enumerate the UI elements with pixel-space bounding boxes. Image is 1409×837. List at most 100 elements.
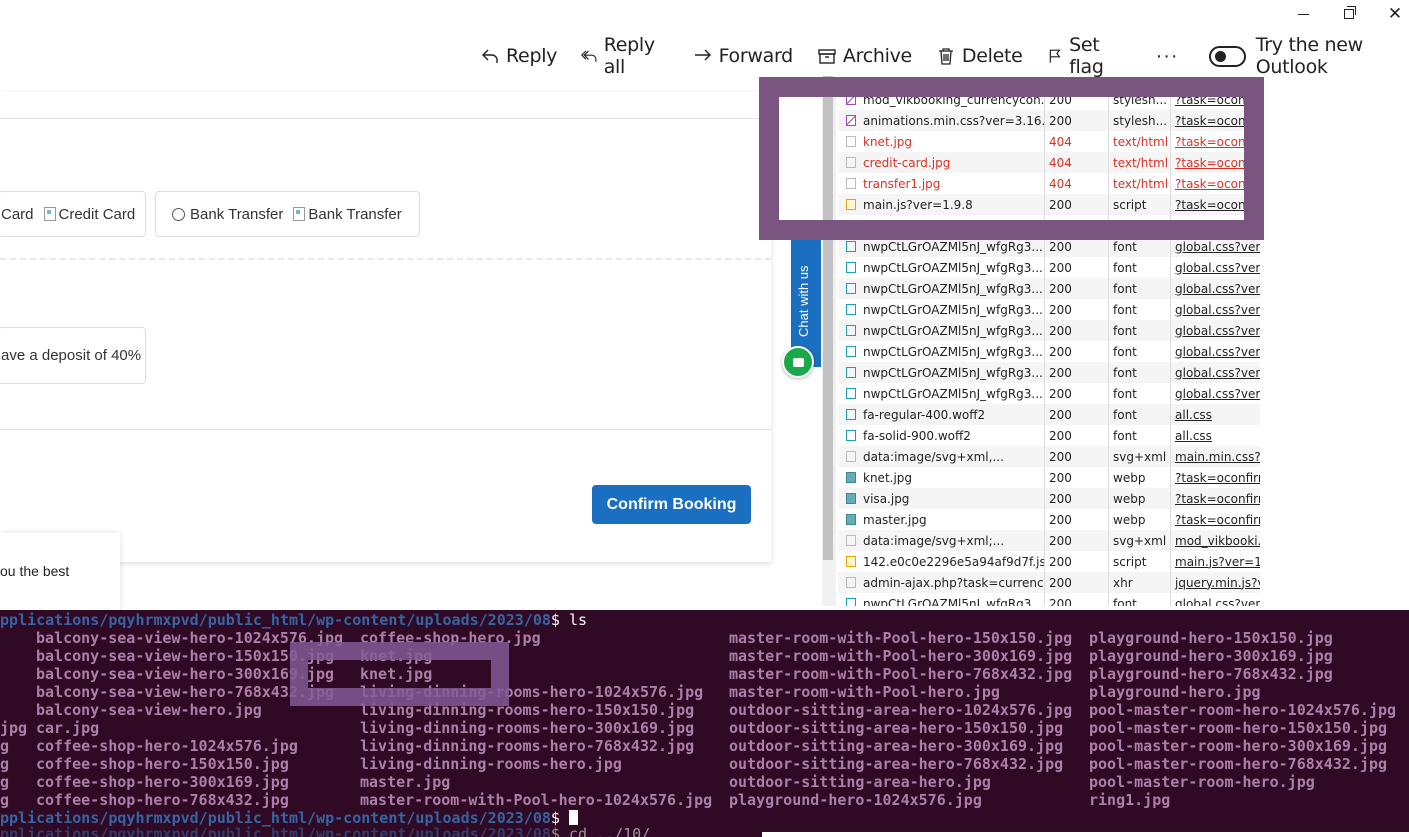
section-divider <box>0 258 771 260</box>
request-name-text: knet.jpg <box>863 470 913 485</box>
trash-icon <box>938 48 953 65</box>
terminal-prompt-line: pplications/pqyhrmxpvd/public_html/wp-co… <box>0 611 587 629</box>
request-name: admin-ajax.php?task=currency... <box>838 572 1045 593</box>
file-entry: master-room-with-Pool-hero-1024x576.jpg <box>360 791 713 809</box>
request-type: font <box>1109 320 1171 341</box>
restore-button[interactable] <box>1326 2 1372 26</box>
file-entry: coffee-shop-hero-768x432.jpg <box>36 791 289 809</box>
request-initiator-link[interactable]: ?task=oconfirm <box>1171 488 1260 509</box>
network-row[interactable]: 142.e0c0e2296e5a94af9d7f.js 200 script main… <box>838 551 1260 572</box>
request-initiator-link[interactable]: global.css?ver=... <box>1171 320 1260 341</box>
request-initiator-link[interactable]: global.css?ver=... <box>1171 362 1260 383</box>
file-entry: pool-master-room-hero-1024x576.jpg <box>1089 701 1397 719</box>
toggle-switch-icon[interactable] <box>1208 45 1246 67</box>
set-flag-button[interactable]: Set flag <box>1047 34 1128 78</box>
request-type: script <box>1109 551 1171 572</box>
request-initiator-link[interactable]: all.css <box>1171 425 1260 446</box>
network-row[interactable]: nwpCtLGrOAZMl5nJ_wfgRg3... 200 font global.… <box>838 299 1260 320</box>
request-initiator-link[interactable]: global.css?ver=... <box>1171 593 1260 607</box>
credit-card-image: Credit Card <box>43 206 135 223</box>
network-row[interactable]: master.jpg 200webp?task=oconfirm <box>838 509 1260 530</box>
network-row[interactable]: data:image/svg+xml;... 200 svg+xml mod_vikb… <box>838 530 1260 551</box>
network-row[interactable]: data:image/svg+xml,... 200 svg+xml main.min… <box>838 446 1260 467</box>
request-name: fa-solid-900.woff2 <box>838 425 1045 446</box>
request-name-text: nwpCtLGrOAZMl5nJ_wfgRg3... <box>863 386 1043 401</box>
credit-card-option[interactable]: Card Credit Card <box>0 191 146 237</box>
request-status: 200 <box>1045 362 1109 383</box>
file-entry: outdoor-sitting-area-hero-1024x576.jpg <box>729 701 1073 719</box>
reply-button[interactable]: Reply <box>480 45 557 67</box>
file-entry: car.jpg <box>36 719 100 737</box>
forward-button[interactable]: Forward <box>693 45 793 67</box>
request-name: nwpCtLGrOAZMl5nJ_wfgRg3... <box>838 341 1045 362</box>
request-initiator-link[interactable]: ?task=oconfirm <box>1171 467 1260 488</box>
minimize-button[interactable] <box>1280 2 1326 26</box>
request-initiator-link[interactable]: main.js?ver=1... <box>1171 551 1260 572</box>
reply-all-button[interactable]: Reply all <box>581 34 668 78</box>
file-entry: living-dinning-rooms-hero-768x432.jpg <box>360 737 695 755</box>
network-row[interactable]: nwpCtLGrOAZMl5nJ_wfgRg3... 200 font global.… <box>838 593 1260 606</box>
img-file-icon <box>846 514 856 525</box>
request-name: nwpCtLGrOAZMl5nJ_wfgRg3... <box>838 299 1045 320</box>
prompt-path: pplications/pqyhrmxpvd/public_html/wp-co… <box>0 825 551 837</box>
network-row[interactable]: admin-ajax.php?task=currency... 200 xhr jqu… <box>838 572 1260 593</box>
request-name-text: nwpCtLGrOAZMl5nJ_wfgRg3... <box>863 596 1043 607</box>
new-outlook-toggle[interactable]: Try the new Outlook <box>1208 34 1409 78</box>
request-status: 200 <box>1045 467 1109 488</box>
archive-icon <box>818 49 836 64</box>
terminal[interactable]: pplications/pqyhrmxpvd/public_html/wp-co… <box>0 610 1409 837</box>
network-row[interactable]: nwpCtLGrOAZMl5nJ_wfgRg3... 200 font global.… <box>838 278 1260 299</box>
network-row[interactable]: nwpCtLGrOAZMl5nJ_wfgRg3... 200 font global.… <box>838 341 1260 362</box>
request-type: font <box>1109 341 1171 362</box>
bank-transfer-label: Bank Transfer <box>190 205 284 223</box>
file-entry-fragment: g <box>0 737 10 755</box>
font-file-icon <box>846 346 856 357</box>
request-type: font <box>1109 257 1171 278</box>
network-row[interactable]: nwpCtLGrOAZMl5nJ_wfgRg3... 200 font global.… <box>838 383 1260 404</box>
request-initiator-link[interactable]: main.min.css?v... <box>1171 446 1260 467</box>
img-file-icon <box>846 493 856 504</box>
network-row[interactable]: knet.jpg 200webp?task=oconfirm <box>838 467 1260 488</box>
network-row[interactable]: fa-solid-900.woff2 200 font all.css <box>838 425 1260 446</box>
request-initiator-link[interactable]: global.css?ver=... <box>1171 257 1260 278</box>
request-name: data:image/svg+xml,... <box>838 446 1045 467</box>
file-entry-fragment: jpg <box>0 719 28 737</box>
archive-button[interactable]: Archive <box>817 45 912 67</box>
request-initiator-link[interactable]: global.css?ver=... <box>1171 299 1260 320</box>
network-row[interactable]: visa.jpg 200webp?task=oconfirm <box>838 488 1260 509</box>
deposit-option[interactable]: ave a deposit of 40% <box>0 327 146 384</box>
request-status: 200 <box>1045 278 1109 299</box>
file-entry-fragment: g <box>0 773 10 791</box>
more-actions-button[interactable]: ··· <box>1156 45 1179 68</box>
network-row[interactable]: nwpCtLGrOAZMl5nJ_wfgRg3... 200 font global.… <box>838 257 1260 278</box>
font-file-icon <box>846 241 856 252</box>
request-name-text: nwpCtLGrOAZMl5nJ_wfgRg3... <box>863 260 1043 275</box>
file-entry: living-dinning-rooms-hero.jpg <box>360 755 622 773</box>
request-initiator-link[interactable]: global.css?ver=... <box>1171 278 1260 299</box>
request-initiator-link[interactable]: ?task=oconfirm <box>1171 509 1260 530</box>
request-initiator-link[interactable]: all.css <box>1171 404 1260 425</box>
network-row[interactable]: nwpCtLGrOAZMl5nJ_wfgRg3... 200 font global.… <box>838 320 1260 341</box>
close-button[interactable]: ✕ <box>1372 2 1409 26</box>
file-entry: coffee-shop-hero-300x169.jpg <box>36 773 289 791</box>
flag-icon <box>1049 49 1061 63</box>
request-name: nwpCtLGrOAZMl5nJ_wfgRg3... <box>838 257 1045 278</box>
bank-transfer-option[interactable]: Bank Transfer Bank Transfer <box>155 191 420 237</box>
file-entry: outdoor-sitting-area-hero-150x150.jpg <box>729 719 1064 737</box>
highlight-frame <box>759 77 1264 240</box>
request-initiator-link[interactable]: global.css?ver=... <box>1171 341 1260 362</box>
file-entry: master-room-with-Pool-hero.jpg <box>729 683 1000 701</box>
request-initiator-link[interactable]: global.css?ver=... <box>1171 383 1260 404</box>
img-file-icon <box>846 472 856 483</box>
request-name: nwpCtLGrOAZMl5nJ_wfgRg3... <box>838 278 1045 299</box>
reply-icon <box>482 49 498 63</box>
request-initiator-link[interactable]: mod_vikbooki... <box>1171 530 1260 551</box>
delete-button[interactable]: Delete <box>936 45 1023 67</box>
chat-bubble-icon[interactable] <box>782 346 814 378</box>
network-row[interactable]: fa-regular-400.woff2 200 font all.css <box>838 404 1260 425</box>
bank-transfer-radio[interactable] <box>172 207 185 221</box>
confirm-booking-button[interactable]: Confirm Booking <box>592 485 751 524</box>
file-entry: outdoor-sitting-area-hero-768x432.jpg <box>729 755 1064 773</box>
network-row[interactable]: nwpCtLGrOAZMl5nJ_wfgRg3... 200 font global.… <box>838 362 1260 383</box>
request-initiator-link[interactable]: jquery.min.js?v... <box>1171 572 1260 593</box>
